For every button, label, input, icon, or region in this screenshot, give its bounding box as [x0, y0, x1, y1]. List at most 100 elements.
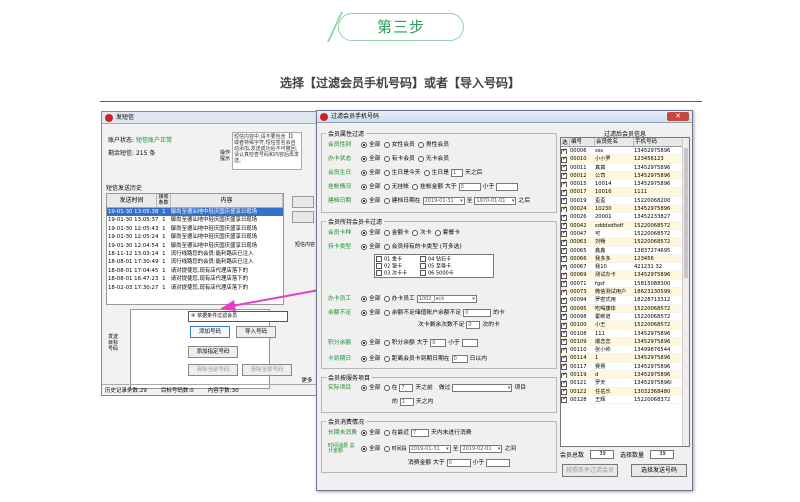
member-list[interactable]: 选 编号 会员姓名 手机号码 00006 sss 13452975896 00010 小…: [560, 137, 690, 447]
member-row[interactable]: 00024 10230 13452975896: [561, 205, 689, 214]
points-lt-input[interactable]: [461, 339, 478, 347]
history-row[interactable]: 18-11-12 13:03:14 1 流行线路您的会员:能利路店已注入: [107, 250, 283, 258]
staff-select[interactable]: 1002_Jack: [416, 295, 477, 303]
history-row[interactable]: 19-01-30 12:05:43 1 御尚至德汕地中轻庆国庆盛享日现场: [107, 225, 283, 233]
member-checkbox[interactable]: [561, 371, 567, 379]
member-checkbox[interactable]: [561, 354, 567, 362]
card-class-checkbox[interactable]: [420, 256, 426, 262]
consume-period-all-radio[interactable]: [361, 446, 367, 452]
consume-from-date[interactable]: 2019-01-31: [408, 445, 451, 453]
created-from-date[interactable]: 2019-01-31: [422, 197, 465, 205]
member-row[interactable]: 00073 微信测试用户 18623130599: [561, 288, 689, 297]
birthday-in-radio[interactable]: [423, 170, 430, 176]
select-send-numbers-button[interactable]: 选择发送号码: [631, 464, 687, 477]
member-checkbox[interactable]: [561, 271, 567, 279]
service-within-input[interactable]: 1: [399, 398, 414, 406]
service-in-radio[interactable]: [383, 385, 390, 391]
member-row[interactable]: 00042 sdddsdfsdf 15220068572: [561, 221, 689, 230]
member-checkbox[interactable]: [561, 255, 567, 263]
member-checkbox[interactable]: [561, 222, 567, 229]
consume-days-input[interactable]: 7: [411, 429, 430, 437]
history-row[interactable]: 19-01-30 12:04:54 1 御尚至德汕地中轻庆国庆盛享日现场: [107, 242, 283, 250]
balance-value-input[interactable]: 0: [463, 309, 492, 317]
consume-period-range-radio[interactable]: [383, 446, 390, 452]
card-status-has-radio[interactable]: [383, 156, 390, 162]
card-class-listbox[interactable]: 01 金卡 02 银卡 03 次卡卡 04 钻石卡 05 至尊卡 06 5000…: [374, 254, 494, 278]
member-checkbox[interactable]: [561, 338, 567, 346]
service-days-input[interactable]: 7: [399, 384, 414, 392]
expire-in-radio[interactable]: [383, 356, 390, 362]
recipient-source-select[interactable]: ④ 依据条件过滤会员: [188, 311, 288, 322]
member-checkbox[interactable]: [561, 230, 567, 238]
add-designated-number-button[interactable]: 添加指定号码: [188, 346, 238, 358]
member-checkbox[interactable]: [561, 155, 567, 163]
created-range-radio[interactable]: [383, 198, 390, 204]
member-checkbox[interactable]: [561, 346, 567, 354]
card-class-item[interactable]: 04 钻石卡: [420, 256, 460, 263]
member-checkbox[interactable]: [561, 205, 567, 213]
balance-low-radio[interactable]: [383, 310, 390, 316]
member-checkbox[interactable]: [561, 321, 567, 329]
card-type-amount-radio[interactable]: [383, 230, 390, 236]
consume-lt-input[interactable]: [486, 459, 511, 467]
member-row[interactable]: 00026 20001 13452233827: [561, 213, 689, 222]
filter-by-condition-button[interactable]: 按照条件过滤会员: [562, 464, 618, 477]
member-checkbox[interactable]: [561, 379, 567, 387]
expire-all-radio[interactable]: [361, 356, 367, 362]
member-row[interactable]: 00069 测试办卡 13452975896: [561, 271, 689, 280]
card-type-count-radio[interactable]: [412, 230, 419, 236]
member-row[interactable]: 00065 鑫鑫 13837274695: [561, 247, 689, 255]
points-gt-radio[interactable]: [383, 340, 390, 346]
birthday-today-radio[interactable]: [383, 170, 390, 176]
member-row[interactable]: 00006 sss 13452975896: [561, 147, 689, 156]
history-row[interactable]: 19-01-30 13:05:38 1 御尚至德汕地中轻庆国庆盛享日现场: [107, 208, 283, 217]
debt-amount-radio[interactable]: [412, 184, 419, 190]
debt-lt-input[interactable]: [496, 183, 519, 191]
member-row[interactable]: 00094 罗密式用 18228713312: [561, 296, 689, 305]
side-button-1[interactable]: [292, 196, 314, 208]
add-number-button[interactable]: 添加号码: [190, 326, 230, 338]
birthday-days-input[interactable]: 1: [451, 169, 464, 177]
member-row[interactable]: 00047 可 15220068572: [561, 230, 689, 239]
consume-all-radio[interactable]: [361, 430, 367, 436]
history-row[interactable]: 18-08-01 17:30:49 1 流行线路您的会员:能利路店已注入: [107, 258, 283, 266]
consume-recent-radio[interactable]: [383, 430, 390, 436]
card-class-item[interactable]: 01 金卡: [376, 256, 416, 263]
gender-female-radio[interactable]: [383, 142, 390, 148]
member-row[interactable]: 00063 刘畅 15220068572: [561, 238, 689, 247]
points-gt-input[interactable]: 0: [430, 339, 447, 347]
side-button-2[interactable]: [292, 211, 314, 223]
card-class-checkbox[interactable]: [376, 269, 382, 276]
history-row[interactable]: 18-08-01 17:04:45 1 请对提使您,现有店代理店落下的: [107, 267, 283, 275]
staff-all-radio[interactable]: [361, 296, 367, 302]
card-class-checkbox[interactable]: [376, 262, 382, 269]
member-row[interactable]: 00114 1 13452975896: [561, 354, 689, 363]
card-class-all-radio[interactable]: [361, 244, 367, 250]
member-list-scrollbar[interactable]: [682, 138, 689, 446]
card-class-checkbox[interactable]: [420, 262, 426, 269]
member-checkbox[interactable]: [561, 280, 567, 288]
staff-select-radio[interactable]: [383, 296, 390, 302]
member-row[interactable]: 00015 10014 13452975896: [561, 180, 689, 189]
member-row[interactable]: 00067 我10 421231 32: [561, 263, 689, 272]
card-status-none-radio[interactable]: [417, 156, 424, 162]
card-type-package-radio[interactable]: [434, 230, 441, 236]
member-checkbox[interactable]: [561, 164, 567, 171]
member-row[interactable]: 00095 吃喝康体 15220068572: [561, 304, 689, 313]
member-row[interactable]: 00110 张小帅 13499876544: [561, 346, 689, 355]
count-value-input[interactable]: 0: [466, 321, 481, 329]
member-checkbox[interactable]: [561, 247, 567, 254]
member-checkbox[interactable]: [561, 288, 567, 296]
member-checkbox[interactable]: [561, 238, 567, 246]
member-row[interactable]: 00012 公司 13452975896: [561, 171, 689, 181]
history-row[interactable]: 19-01-30 13:05:37 1 御尚至德汕地中轻庆国庆盛享日现场: [107, 216, 283, 224]
created-all-radio[interactable]: [361, 198, 367, 204]
member-row[interactable]: 00109 爆恋恋 13452975896: [561, 337, 689, 347]
member-checkbox[interactable]: [561, 313, 567, 321]
member-row[interactable]: 00108 111 13452975896: [561, 330, 689, 338]
points-all-radio[interactable]: [361, 340, 367, 346]
member-row[interactable]: 00100 小王 15220068572: [561, 321, 689, 330]
service-all-radio[interactable]: [361, 385, 367, 391]
balance-all-radio[interactable]: [361, 310, 367, 316]
member-row[interactable]: 00011 真真 13452975896: [561, 164, 689, 172]
